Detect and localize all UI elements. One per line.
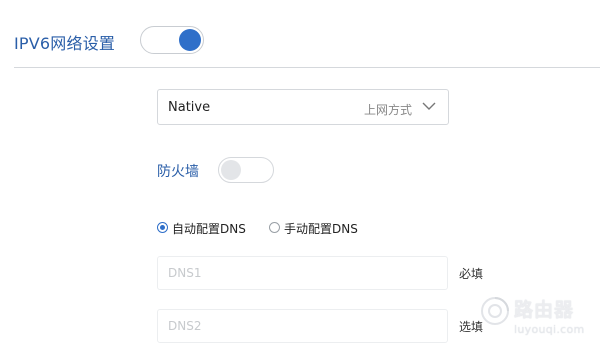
ipv6-toggle-knob: [179, 29, 201, 51]
dns1-field[interactable]: DNS1: [157, 256, 448, 290]
connection-type-value: Native: [168, 100, 211, 115]
connection-type-hint: 上网方式: [363, 103, 412, 117]
firewall-toggle-knob: [221, 160, 241, 180]
watermark-url: luyouqi.com: [514, 323, 585, 336]
watermark-logo-icon: [481, 297, 509, 325]
ipv6-toggle[interactable]: [140, 26, 204, 54]
dns2-field[interactable]: DNS2: [157, 309, 448, 343]
chevron-down-icon: [422, 102, 436, 110]
watermark-title: 路由器: [514, 299, 575, 321]
ipv6-settings-header: IPV6网络设置: [0, 0, 600, 68]
connection-type-select[interactable]: Native 上网方式: [157, 89, 449, 125]
dns1-placeholder: DNS1: [168, 266, 202, 280]
header-divider: [14, 67, 600, 68]
dns2-placeholder: DNS2: [168, 319, 202, 333]
ipv6-settings-page: IPV6网络设置 Native 上网方式 防火墙 自动配置DNS 手动配置DNS…: [0, 0, 600, 360]
dns-manual-option[interactable]: 手动配置DNS: [269, 219, 369, 239]
firewall-toggle[interactable]: [218, 157, 274, 183]
dns1-required-note: 必填: [459, 267, 484, 281]
dns-auto-radio[interactable]: [157, 222, 168, 233]
firewall-label: 防火墙: [157, 164, 199, 180]
dns-manual-radio[interactable]: [269, 222, 280, 233]
watermark: 路由器 luyouqi.com: [480, 290, 596, 348]
page-title: IPV6网络设置: [14, 34, 116, 53]
dns-auto-option[interactable]: 自动配置DNS: [157, 219, 265, 239]
dns-manual-label: 手动配置DNS: [284, 222, 358, 236]
dns-auto-label: 自动配置DNS: [172, 222, 246, 236]
